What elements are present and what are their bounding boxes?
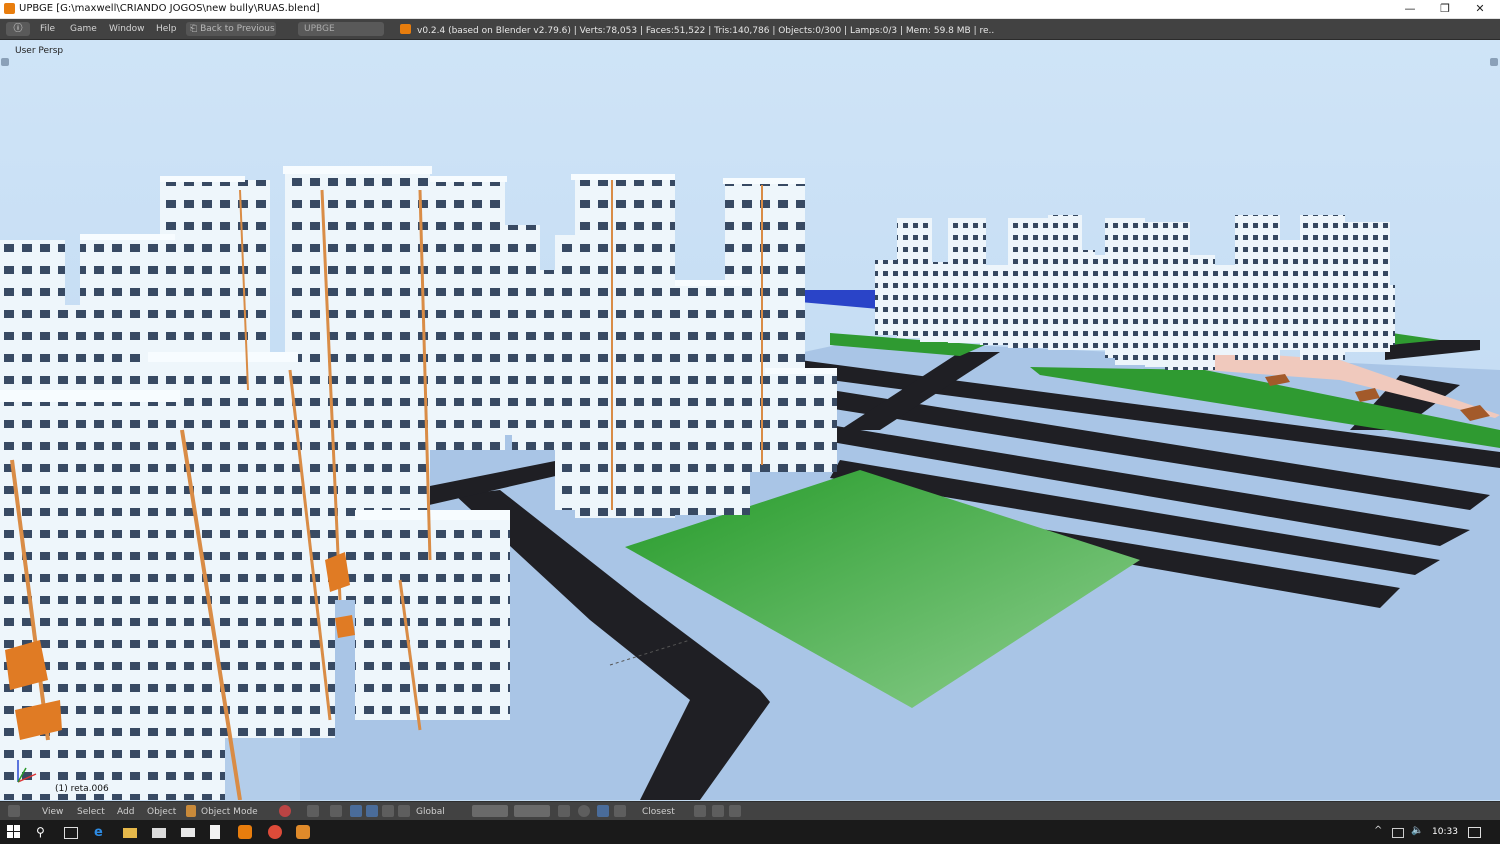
back-to-previous-label: Back to Previous xyxy=(200,24,275,34)
info-icon[interactable]: ⓘ xyxy=(6,22,30,36)
menu-file[interactable]: File xyxy=(40,24,55,34)
info-header: ⓘ File Game Window Help ⎗ Back to Previo… xyxy=(0,19,1500,40)
menu-help[interactable]: Help xyxy=(156,24,177,34)
network-icon[interactable] xyxy=(1392,828,1404,838)
minimize-button[interactable]: — xyxy=(1392,0,1428,18)
axis-gizmo-icon xyxy=(17,760,37,783)
scale-icon[interactable] xyxy=(382,805,394,817)
scene-stats: v0.2.4 (based on Blender v2.79.6) | Vert… xyxy=(400,24,994,36)
render-icon[interactable] xyxy=(712,805,724,817)
manipulator-icon[interactable] xyxy=(330,805,342,817)
back-icon: ⎗ xyxy=(190,24,201,34)
window-title: UPBGE [G:\maxwell\CRIANDO JOGOS\new bull… xyxy=(19,3,320,14)
file-explorer-icon[interactable] xyxy=(123,828,137,838)
viewport-header: View Select Add Object Object Mode Globa… xyxy=(0,801,1500,821)
stats-text: v0.2.4 (based on Blender v2.79.6) | Vert… xyxy=(417,26,995,36)
edge-icon[interactable]: e xyxy=(94,825,108,840)
view-mode-label: User Persp xyxy=(15,46,64,56)
menu-game[interactable]: Game xyxy=(70,24,97,34)
back-to-previous-button[interactable]: ⎗ Back to Previous xyxy=(186,22,276,36)
orientation-select[interactable]: Global xyxy=(416,807,445,817)
maximize-button[interactable]: ❐ xyxy=(1427,0,1463,18)
document-icon[interactable] xyxy=(210,825,220,839)
orange-roof-4 xyxy=(335,615,355,638)
volume-icon[interactable]: 🔈 xyxy=(1411,825,1425,839)
active-object-label: (1) reta.006 xyxy=(55,784,109,794)
search-icon[interactable]: ⚲ xyxy=(36,825,50,839)
proportional-edit-icon[interactable] xyxy=(578,805,590,817)
layers-grid-2[interactable] xyxy=(514,805,550,817)
object-mode-icon xyxy=(186,805,196,817)
translate-icon[interactable] xyxy=(350,805,362,817)
blender-taskbar-icon[interactable] xyxy=(296,825,310,839)
scene-render xyxy=(0,40,1500,800)
chrome-icon[interactable] xyxy=(268,825,282,839)
task-view-icon[interactable] xyxy=(64,827,78,839)
notifications-icon[interactable] xyxy=(1468,827,1481,838)
lock-layers-icon[interactable] xyxy=(558,805,570,817)
object-mode-select[interactable]: Object Mode xyxy=(201,807,258,817)
menu-select[interactable]: Select xyxy=(77,807,105,817)
menu-add[interactable]: Add xyxy=(117,807,134,817)
snap-element-icon[interactable] xyxy=(614,805,626,817)
window-titlebar: UPBGE [G:\maxwell\CRIANDO JOGOS\new bull… xyxy=(0,0,1500,19)
scene-select[interactable]: UPBGE xyxy=(298,22,384,36)
3d-viewport[interactable] xyxy=(0,40,1500,800)
transform-icon[interactable] xyxy=(398,805,410,817)
editor-type-icon[interactable] xyxy=(8,805,20,817)
upbge-taskbar-icon[interactable] xyxy=(238,825,252,839)
close-button[interactable]: ✕ xyxy=(1462,0,1498,18)
viewport-corner-right[interactable] xyxy=(1490,58,1498,66)
align-rotation-icon[interactable] xyxy=(694,805,706,817)
render-animation-icon[interactable] xyxy=(729,805,741,817)
blender-logo-icon xyxy=(400,24,411,34)
layers-grid-1[interactable] xyxy=(472,805,508,817)
pivot-icon[interactable] xyxy=(307,805,319,817)
clock[interactable]: 10:33 xyxy=(1432,827,1458,837)
menu-view[interactable]: View xyxy=(42,807,63,817)
snap-target-select[interactable]: Closest xyxy=(642,807,675,817)
rotate-icon[interactable] xyxy=(366,805,378,817)
menu-object[interactable]: Object xyxy=(147,807,176,817)
viewport-shading-icon[interactable] xyxy=(279,805,291,817)
upbge-app-icon xyxy=(4,3,15,14)
tray-chevron-icon[interactable]: ^ xyxy=(1374,825,1388,839)
windows-taskbar: ⚲ e ^ 🔈 10:33 xyxy=(0,820,1500,844)
store-icon[interactable] xyxy=(152,828,166,838)
viewport-corner-left[interactable] xyxy=(1,58,9,66)
menu-window[interactable]: Window xyxy=(109,24,145,34)
start-icon[interactable] xyxy=(7,825,21,839)
mail-icon[interactable] xyxy=(181,828,195,837)
snap-icon[interactable] xyxy=(597,805,609,817)
